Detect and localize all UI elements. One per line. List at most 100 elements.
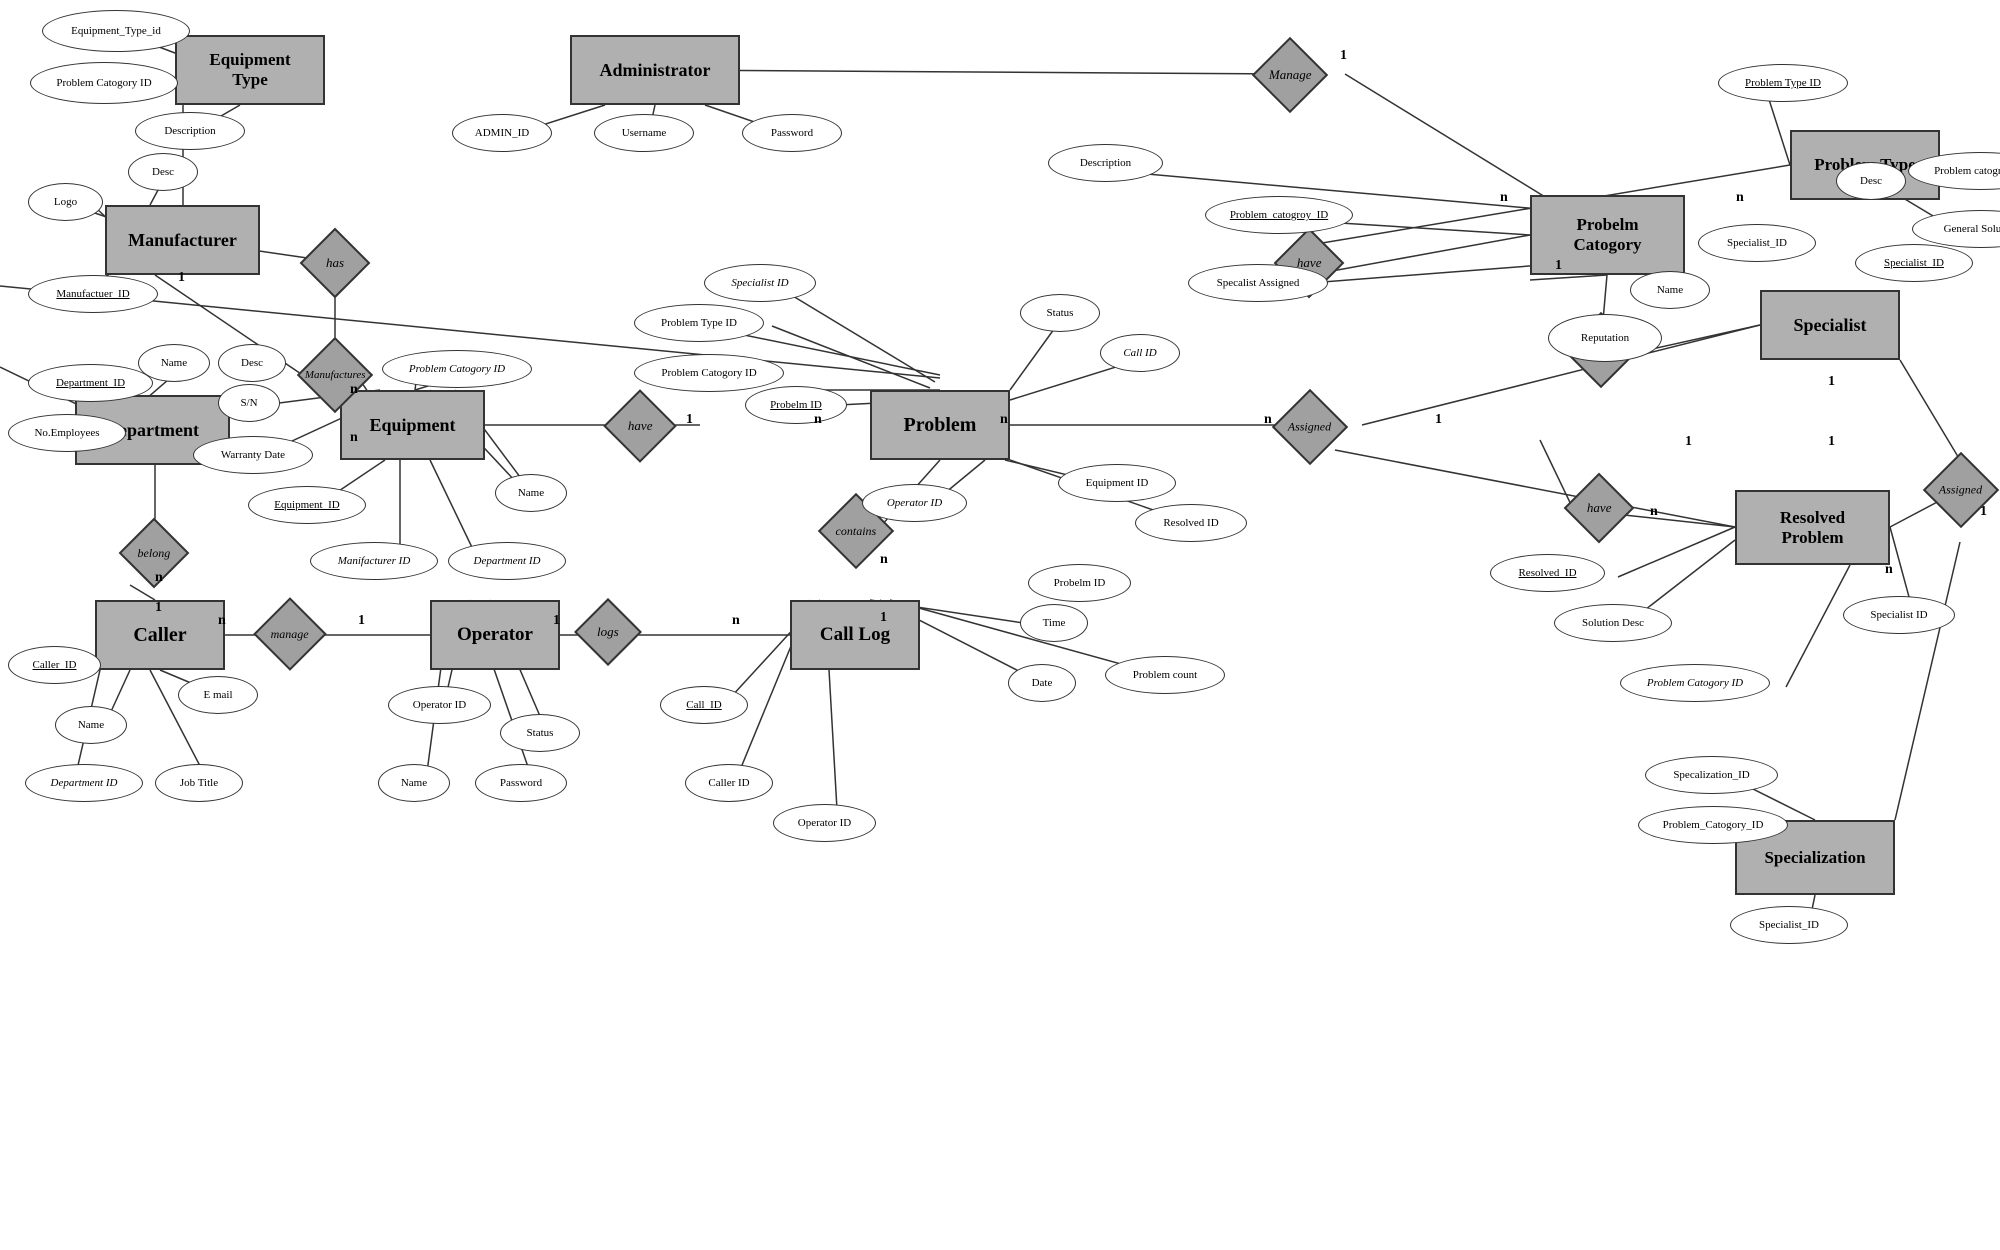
attr-operator-id: Operator ID [388,686,491,724]
card-have2-1: 1 [1828,374,1835,390]
attr-description-pc: Description [1048,144,1163,182]
card-belongs-1: 1 [1555,258,1562,274]
attr-specialist-id-rp: Specialist ID [1843,596,1955,634]
attr-no-employees: No.Employees [8,414,126,452]
attr-reputation: Reputation [1548,314,1662,362]
erd-diagram: EquipmentType Administrator Manufacturer… [0,0,2000,1250]
attr-email: E mail [178,676,258,714]
rel-manage-op: manage [253,597,327,671]
attr-prob-cat-id-prob: Problem Catogory ID [634,354,784,392]
rel-assigned2: Assigned [1923,452,1999,528]
card-manage-1: 1 [1340,48,1347,64]
entity-problem: Problem [870,390,1010,460]
attr-call-id-prob: Call ID [1100,334,1180,372]
attr-name-dept: Name [138,344,210,382]
attr-name-op: Name [378,764,450,802]
attr-manifacturer-id-eq: Manifacturer ID [310,542,438,580]
attr-name-pc: Name [1630,271,1710,309]
rel-have-spec: have [1564,473,1635,544]
card-assigned-1: 1 [1435,412,1442,428]
attr-status-op: Status [500,714,580,752]
rel-manage: Manage [1252,37,1328,113]
card-prob-assigned-n: n [1000,412,1008,428]
attr-warranty-date: Warranty Date [193,436,313,474]
attr-resolved-id-rp: Resolved_ID [1490,554,1605,592]
card-have-spec-n: n [1650,504,1658,520]
attr-prob-cat-id-spec: Problem_Catogory_ID [1638,806,1788,844]
attr-manufacturer-id: Manufactuer_ID [28,275,158,313]
attr-specialization-id: Specalization_ID [1645,756,1778,794]
attr-status-prob: Status [1020,294,1100,332]
rel-logs: logs [574,598,642,666]
card-manufactures-n2: n [350,430,358,446]
attr-time: Time [1020,604,1088,642]
attr-problem-type-id-prob: Problem Type ID [634,304,764,342]
attr-dept-id-caller: Department ID [25,764,143,802]
attr-solution-desc: Solution Desc [1554,604,1672,642]
card-logs-1: 1 [553,613,560,629]
card-contains-n: n [880,552,888,568]
attr-general-solution: General Solution [1912,210,2000,248]
attr-specalist-assigned: Specalist Assigned [1188,264,1328,302]
attr-problem-type-id: Problem Type ID [1718,64,1848,102]
card-contains-1: 1 [880,610,887,626]
attr-description-et: Description [135,112,245,150]
entity-equipment: Equipment [340,390,485,460]
card-have-eq-n: n [814,412,822,428]
card-assigned-n: n [1264,412,1272,428]
attr-prob-cat-id-et: Problem Catogory ID [30,62,178,104]
entity-call-log: Call Log [790,600,920,670]
card-manage-n: n [1500,190,1508,206]
attr-name-caller: Name [55,706,127,744]
attr-desc-dept: Desc [218,344,286,382]
entity-specialist: Specialist [1760,290,1900,360]
attr-department-id: Department_ID [28,364,153,402]
attr-equipment-id-prob: Equipment ID [1058,464,1176,502]
attr-prob-cat-id-eq: Problem Catogory ID [382,350,532,388]
rel-have-eq-prob: have [603,389,677,463]
attr-date: Date [1008,664,1076,702]
rel-has: has [300,228,371,299]
attr-specialist-id-pc: Specialist_ID [1698,224,1816,262]
attr-name-eq: Name [495,474,567,512]
card-belong-1: 1 [155,600,162,616]
entity-operator: Operator [430,600,560,670]
entity-administrator: Administrator [570,35,740,105]
attr-resolved-id-prob: Resolved ID [1135,504,1247,542]
attr-job-title: Job Title [155,764,243,802]
card-manage-op-1: 1 [358,613,365,629]
attr-username: Username [594,114,694,152]
card-have-spec-1: 1 [1685,434,1692,450]
attr-caller-id-cl: Caller ID [685,764,773,802]
attr-desc-pt: Desc [1836,162,1906,200]
attr-specialist-id-spec: Specialist_ID [1730,906,1848,944]
attr-probelm-id-cl: Probelm ID [1028,564,1131,602]
card-manage-caller-n: n [218,613,226,629]
attr-prob-cat-id-pc: Problem_catogroy_ID [1205,196,1353,234]
attr-sn: S/N [218,384,280,422]
attr-specialist-id-prob: Specialist ID [704,264,816,302]
attr-caller-id: Caller_ID [8,646,101,684]
card-has-1: 1 [178,270,185,286]
attr-password-adm: Password [742,114,842,152]
card-belongs-n: n [1736,190,1744,206]
entity-resolved-problem: ResolvedProblem [1735,490,1890,565]
card-have2-1b: 1 [1828,434,1835,450]
attr-call-id-cl: Call_ID [660,686,748,724]
attr-equipment-id: Equipment_ID [248,486,366,524]
attr-problem-count: Problem count [1105,656,1225,694]
entity-problem-category: ProbelmCatogory [1530,195,1685,275]
attr-department-id-eq: Department ID [448,542,566,580]
attr-operator-id-prob: Operator ID [862,484,967,522]
entity-equipment-type: EquipmentType [175,35,325,105]
rel-assigned: Assigned [1272,389,1348,465]
card-assigned2-1: 1 [1980,504,1987,520]
attr-prob-cat-id-rp: Problem Catogory ID [1620,664,1770,702]
attr-password-op: Password [475,764,567,802]
attr-operator-id-cl: Operator ID [773,804,876,842]
card-assigned2-n: n [1885,562,1893,578]
entity-manufacturer: Manufacturer [105,205,260,275]
rel-belong: belong [119,518,190,589]
attr-equipment-type-id: Equipment_Type_id [42,10,190,52]
card-manufactures-n1: n [350,382,358,398]
